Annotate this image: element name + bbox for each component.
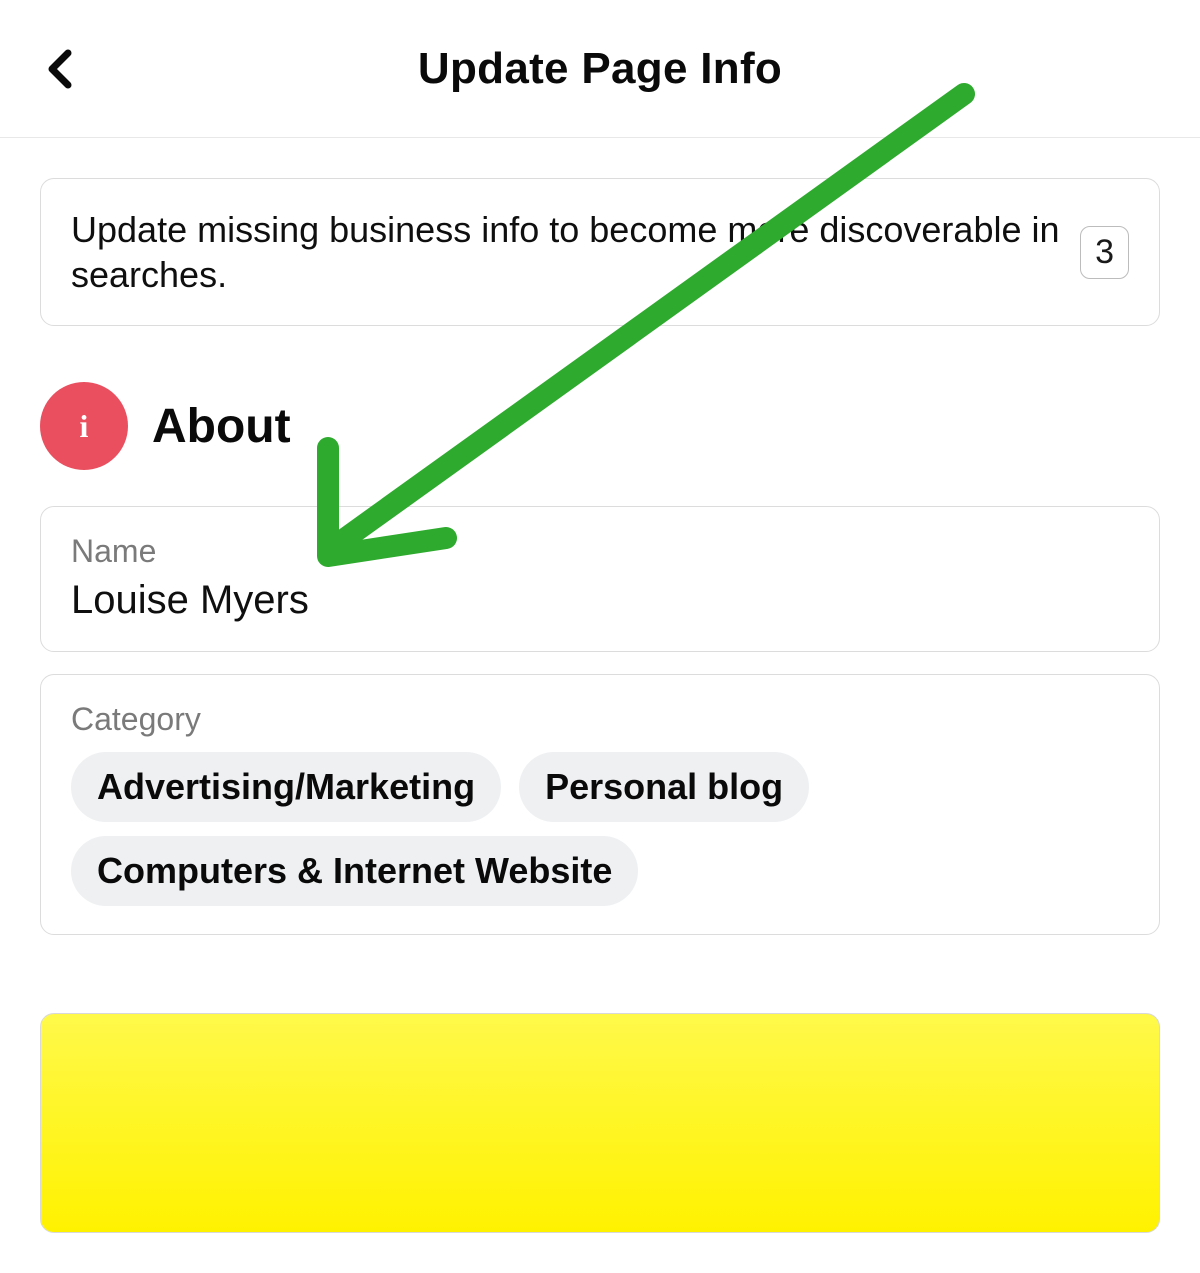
category-chip[interactable]: Computers & Internet Website	[71, 836, 638, 906]
page-header: Update Page Info	[0, 0, 1200, 138]
highlight-panel	[40, 1013, 1160, 1233]
name-value: Louise Myers	[71, 578, 1129, 623]
about-section-header: i About	[40, 382, 1160, 470]
category-chips: Advertising/Marketing Personal blog Comp…	[71, 752, 1129, 906]
discoverability-banner[interactable]: Update missing business info to become m…	[40, 178, 1160, 326]
name-card[interactable]: Name Louise Myers	[40, 506, 1160, 652]
banner-count-badge: 3	[1080, 226, 1129, 279]
category-chip[interactable]: Personal blog	[519, 752, 809, 822]
name-label: Name	[71, 533, 1129, 570]
back-button[interactable]	[38, 47, 82, 91]
info-icon: i	[40, 382, 128, 470]
category-chip[interactable]: Advertising/Marketing	[71, 752, 501, 822]
page-content: Update missing business info to become m…	[0, 138, 1200, 1273]
category-label: Category	[71, 701, 1129, 738]
about-title: About	[152, 399, 291, 454]
chevron-left-icon	[46, 49, 74, 89]
category-card[interactable]: Category Advertising/Marketing Personal …	[40, 674, 1160, 935]
page-title: Update Page Info	[40, 44, 1160, 94]
banner-text: Update missing business info to become m…	[71, 207, 1060, 297]
